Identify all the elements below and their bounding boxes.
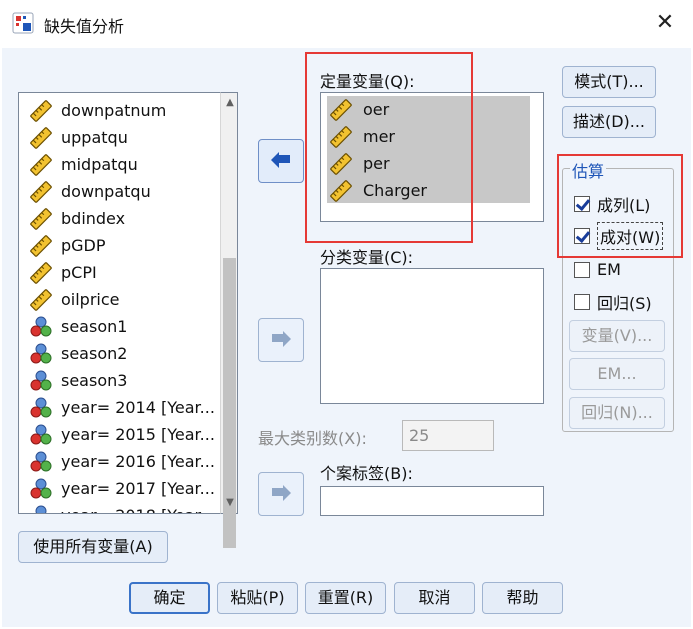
close-icon[interactable]: ✕ [652, 10, 678, 36]
scale-ruler-icon [29, 261, 53, 285]
checkbox-empty-icon [574, 261, 590, 278]
variable-list-item[interactable]: year= 2017 [Year... [19, 475, 215, 502]
variable-name: downpatqu [61, 182, 151, 201]
scale-ruler-icon [29, 288, 53, 312]
variable-name: year= 2014 [Year... [61, 398, 215, 417]
variable-list-item[interactable]: year= 2014 [Year... [19, 394, 215, 421]
variable-list-item[interactable]: pGDP [19, 232, 106, 259]
case-labels-label: 个案标签(B): [320, 464, 413, 483]
variable-name: pGDP [61, 236, 106, 255]
window-title: 缺失值分析 [44, 17, 125, 36]
variable-list-item[interactable]: year= 2018 [Year... [19, 502, 215, 515]
em-label: EM [597, 260, 621, 279]
nominal-balls-icon [29, 423, 53, 447]
variable-list-item[interactable]: bdindex [19, 205, 125, 232]
variable-name: bdindex [61, 209, 126, 228]
variable-name: year= 2018 [Year... [61, 506, 215, 513]
regression-checkbox[interactable]: 回归(S) [574, 290, 652, 314]
variable-list-item[interactable]: downpatqu [19, 178, 151, 205]
scale-ruler-icon [29, 126, 53, 150]
variable-name: pCPI [61, 263, 97, 282]
variable-list-item[interactable]: season1 [19, 313, 127, 340]
variable-name: downpatnum [61, 101, 167, 120]
move-to-categorical-button[interactable] [258, 318, 304, 362]
nominal-balls-icon [29, 450, 53, 474]
em-checkbox[interactable]: EM [574, 260, 621, 279]
nominal-balls-icon [29, 504, 53, 515]
variable-list-item[interactable]: downpatnum [19, 97, 166, 124]
scale-ruler-icon [29, 180, 53, 204]
arrow-right-icon [272, 485, 291, 501]
scale-ruler-icon [29, 153, 53, 177]
scale-ruler-icon [29, 99, 53, 123]
checkbox-empty-icon [574, 294, 590, 310]
variable-list-item[interactable]: midpatqu [19, 151, 138, 178]
arrow-left-icon [271, 152, 290, 168]
scale-ruler-icon [29, 207, 53, 231]
variable-list-item[interactable]: season3 [19, 367, 127, 394]
categorical-variables-label: 分类变量(C): [320, 248, 414, 267]
case-labels-field[interactable] [320, 486, 544, 516]
scroll-down-icon[interactable]: ▼ [224, 497, 236, 509]
max-categories-input[interactable]: 25 [402, 420, 494, 451]
ok-button[interactable]: 确定 [129, 582, 210, 614]
regression-options-button[interactable]: 回归(N)... [569, 397, 665, 429]
variable-name: season3 [61, 371, 128, 390]
nominal-balls-icon [29, 369, 53, 393]
variables-button[interactable]: 变量(V)... [569, 320, 665, 352]
app-icon [12, 12, 34, 34]
red-annotation-box-quantitative [305, 52, 473, 243]
categorical-variables-list[interactable] [320, 268, 544, 404]
variable-list-item[interactable]: year= 2015 [Year... [19, 421, 215, 448]
patterns-button[interactable]: 模式(T)... [562, 66, 656, 98]
variable-list-item[interactable]: season2 [19, 340, 127, 367]
title-bar: 缺失值分析 ✕ [0, 0, 693, 48]
variable-name: year= 2017 [Year... [61, 479, 215, 498]
variable-name: midpatqu [61, 155, 138, 174]
reset-button[interactable]: 重置(R) [305, 582, 386, 614]
describe-button[interactable]: 描述(D)... [562, 106, 656, 138]
variable-list-item[interactable]: uppatqu [19, 124, 128, 151]
scroll-up-icon[interactable]: ▲ [224, 97, 236, 109]
variable-list-item[interactable]: oilprice [19, 286, 120, 313]
use-all-variables-button[interactable]: 使用所有变量(A) [18, 531, 168, 563]
help-button[interactable]: 帮助 [482, 582, 563, 614]
source-variable-list[interactable]: downpatnum uppatqu midpatqu downpatqu bdinde… [18, 92, 238, 514]
nominal-balls-icon [29, 315, 53, 339]
variable-name: oilprice [61, 290, 120, 309]
move-to-quantitative-button[interactable] [258, 139, 304, 183]
regression-label: 回归(S) [597, 294, 652, 313]
variable-list-scrollbar[interactable]: ▲ ▼ [220, 92, 238, 548]
variable-name: year= 2016 [Year... [61, 452, 215, 471]
variable-list-item[interactable]: year= 2016 [Year... [19, 448, 215, 475]
red-annotation-box-estimation [557, 154, 683, 258]
nominal-balls-icon [29, 342, 53, 366]
variable-name: uppatqu [61, 128, 128, 147]
missing-value-analysis-dialog: 缺失值分析 ✕ downpatnum uppatqu midpatqu downpat… [0, 0, 693, 629]
variable-name: season2 [61, 344, 128, 363]
cancel-button[interactable]: 取消 [394, 582, 475, 614]
variable-name: year= 2015 [Year... [61, 425, 215, 444]
paste-button[interactable]: 粘贴(P) [217, 582, 298, 614]
variable-name: season1 [61, 317, 128, 336]
move-to-case-labels-button[interactable] [258, 472, 304, 516]
nominal-balls-icon [29, 396, 53, 420]
nominal-balls-icon [29, 477, 53, 501]
variable-list-item[interactable]: pCPI [19, 259, 97, 286]
em-options-button[interactable]: EM... [569, 358, 665, 390]
max-categories-label: 最大类别数(X): [258, 429, 367, 448]
scale-ruler-icon [29, 234, 53, 258]
arrow-right-icon [272, 331, 291, 347]
